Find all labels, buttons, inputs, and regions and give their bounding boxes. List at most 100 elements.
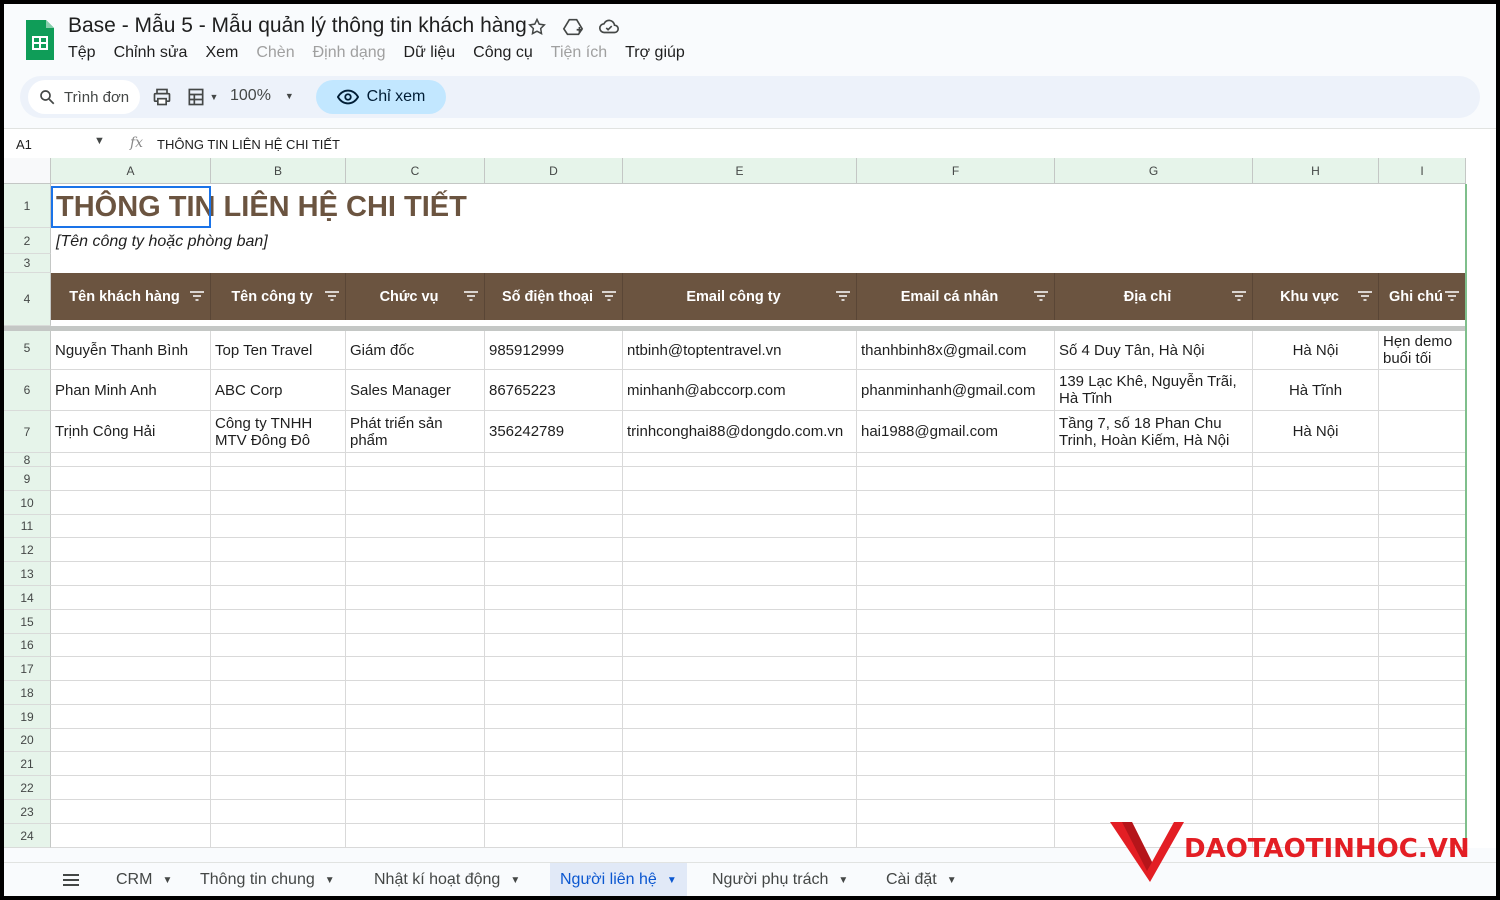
table-cell[interactable] (51, 681, 211, 705)
column-header-b[interactable]: B (211, 158, 346, 184)
sheet-grid[interactable]: A B C D E F G H I 1 2 3 4 5 6 7 8 9 10 11 12 13 14 15 16 17 18 19 20… (4, 158, 1496, 848)
table-cell[interactable] (623, 562, 857, 586)
row-header-17[interactable]: 17 (4, 657, 51, 681)
menu-view[interactable]: Xem (205, 44, 247, 62)
table-cell[interactable] (1379, 657, 1466, 681)
row-header-3[interactable]: 3 (4, 254, 51, 273)
table-cell[interactable] (623, 610, 857, 634)
table-cell[interactable] (1379, 491, 1466, 515)
table-cell[interactable] (346, 729, 485, 752)
sheet-tab[interactable]: CRM ▼ (106, 863, 182, 896)
column-header-i[interactable]: I (1379, 158, 1466, 184)
table-cell[interactable] (623, 681, 857, 705)
table-cell[interactable] (346, 752, 485, 776)
sheet-tab[interactable]: Người phụ trách ▼ (702, 863, 858, 896)
chevron-down-icon[interactable]: ▼ (94, 135, 105, 147)
table-cell[interactable]: hai1988@gmail.com (857, 411, 1055, 453)
table-cell[interactable] (1253, 634, 1379, 657)
table-cell[interactable] (211, 705, 346, 729)
column-header-h[interactable]: H (1253, 158, 1379, 184)
table-cell[interactable] (1253, 453, 1379, 467)
column-header-c[interactable]: C (346, 158, 485, 184)
table-cell[interactable] (211, 776, 346, 800)
row-header-6[interactable]: 6 (4, 370, 51, 411)
table-cell[interactable] (211, 800, 346, 824)
table-cell[interactable] (1055, 538, 1253, 562)
table-cell[interactable] (485, 800, 623, 824)
table-cell[interactable] (857, 491, 1055, 515)
table-cell[interactable] (1379, 681, 1466, 705)
table-header-cell[interactable]: Số điện thoại (485, 273, 623, 320)
table-cell[interactable] (623, 538, 857, 562)
table-cell[interactable] (857, 453, 1055, 467)
table-header-cell[interactable]: Tên khách hàng (51, 273, 211, 320)
table-cell[interactable] (1253, 776, 1379, 800)
filter-icon[interactable] (190, 291, 204, 301)
table-cell[interactable] (623, 467, 857, 491)
row-header-21[interactable]: 21 (4, 752, 51, 776)
table-cell[interactable] (485, 562, 623, 586)
row-header-8[interactable]: 8 (4, 453, 51, 467)
table-cell[interactable] (211, 634, 346, 657)
row-header-7[interactable]: 7 (4, 411, 51, 453)
table-cell[interactable] (1379, 586, 1466, 610)
table-cell[interactable]: Hà Tĩnh (1253, 370, 1379, 411)
table-cell[interactable] (1379, 411, 1466, 453)
table-cell[interactable]: Tầng 7, số 18 Phan Chu Trinh, Hoàn Kiếm,… (1055, 411, 1253, 453)
filter-icon[interactable] (602, 291, 616, 301)
menu-help[interactable]: Trợ giúp (625, 44, 694, 62)
sheet-tab[interactable]: Cài đặt ▼ (876, 863, 967, 896)
table-cell[interactable] (1379, 752, 1466, 776)
sheet-tab[interactable]: Người liên hệ ▼ (550, 863, 687, 896)
table-cell[interactable] (211, 453, 346, 467)
table-cell[interactable] (1253, 729, 1379, 752)
table-cell[interactable]: Hẹn demo buổi tối (1379, 331, 1466, 370)
table-cell[interactable] (1253, 657, 1379, 681)
table-cell[interactable] (1253, 491, 1379, 515)
table-cell[interactable] (211, 586, 346, 610)
row-header-2[interactable]: 2 (4, 228, 51, 254)
table-cell[interactable]: Sales Manager (346, 370, 485, 411)
table-cell[interactable] (346, 538, 485, 562)
select-all-corner[interactable] (4, 158, 51, 184)
table-cell[interactable]: Phan Minh Anh (51, 370, 211, 411)
filter-icon[interactable] (1358, 291, 1372, 301)
table-cell[interactable] (1379, 776, 1466, 800)
row-header-22[interactable]: 22 (4, 776, 51, 800)
table-cell[interactable] (485, 538, 623, 562)
row-header-4[interactable]: 4 (4, 273, 51, 326)
table-cell[interactable] (211, 657, 346, 681)
table-cell[interactable] (346, 491, 485, 515)
vertical-scrollbar[interactable] (1474, 158, 1496, 848)
table-cell[interactable]: Nguyễn Thanh Bình (51, 331, 211, 370)
row-header-9[interactable]: 9 (4, 467, 51, 491)
table-header-cell[interactable]: Ghi chú (1379, 273, 1466, 320)
table-cell[interactable] (1379, 370, 1466, 411)
table-cell[interactable] (346, 610, 485, 634)
table-cell[interactable] (346, 467, 485, 491)
move-to-drive-icon[interactable] (562, 16, 584, 38)
table-cell[interactable] (211, 610, 346, 634)
table-cell[interactable]: 139 Lạc Khê, Nguyễn Trãi, Hà Tĩnh (1055, 370, 1253, 411)
table-cell[interactable] (1253, 562, 1379, 586)
table-cell[interactable] (1055, 562, 1253, 586)
table-cell[interactable] (346, 657, 485, 681)
table-cell[interactable] (485, 705, 623, 729)
table-cell[interactable] (1253, 586, 1379, 610)
table-cell[interactable] (1253, 752, 1379, 776)
table-header-cell[interactable]: Email cá nhân (857, 273, 1055, 320)
table-cell[interactable] (623, 776, 857, 800)
table-cell[interactable] (1055, 657, 1253, 681)
menu-insert[interactable]: Chèn (256, 44, 303, 62)
table-cell[interactable] (1055, 586, 1253, 610)
table-cell[interactable] (1379, 634, 1466, 657)
filter-icon[interactable] (1034, 291, 1048, 301)
table-cell[interactable] (51, 634, 211, 657)
table-cell[interactable] (346, 634, 485, 657)
table-cell[interactable] (857, 776, 1055, 800)
table-cell[interactable] (211, 515, 346, 538)
table-cell[interactable] (1379, 453, 1466, 467)
row-header-13[interactable]: 13 (4, 562, 51, 586)
table-cell[interactable] (857, 705, 1055, 729)
table-cell[interactable] (1379, 705, 1466, 729)
